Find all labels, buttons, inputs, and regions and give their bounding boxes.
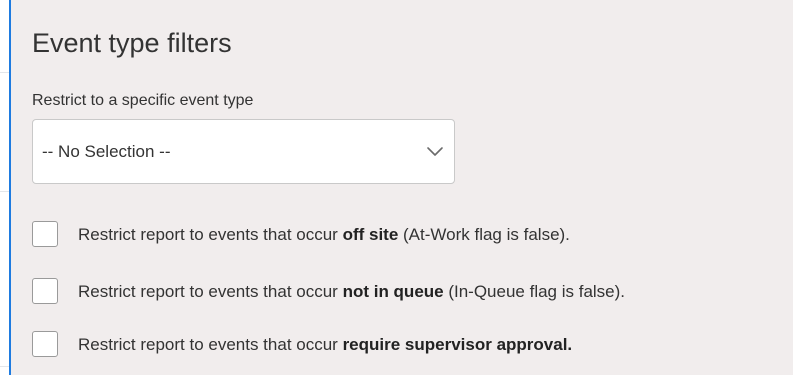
event-type-select[interactable]: -- No Selection -- <box>32 119 455 184</box>
not-in-queue-option: Restrict report to events that occur not… <box>32 278 792 306</box>
off-site-option-label: Restrict report to events that occur off… <box>78 225 570 244</box>
off-site-option: Restrict report to events that occur off… <box>32 221 792 249</box>
not-in-queue-option-label: Restrict report to events that occur not… <box>78 282 626 301</box>
supervisor-approval-option: Restrict report to events that occur req… <box>32 331 792 359</box>
supervisor-approval-option-label: Restrict report to events that occur req… <box>78 335 573 354</box>
event-type-filters-panel: Event type filters Restrict to a specifi… <box>9 0 793 375</box>
event-type-select-value: -- No Selection -- <box>42 142 171 161</box>
gutter-divider <box>0 191 9 192</box>
supervisor-approval-checkbox[interactable] <box>32 331 58 357</box>
not-in-queue-checkbox[interactable] <box>32 278 58 304</box>
chevron-down-icon <box>427 147 443 156</box>
gutter-divider <box>0 366 9 367</box>
event-type-label: Restrict to a specific event type <box>32 92 254 109</box>
panel-title: Event type filters <box>32 28 232 58</box>
gutter-divider <box>0 72 9 73</box>
off-site-checkbox[interactable] <box>32 221 58 247</box>
left-gutter <box>0 0 9 375</box>
page: Event type filters Restrict to a specifi… <box>0 0 793 375</box>
